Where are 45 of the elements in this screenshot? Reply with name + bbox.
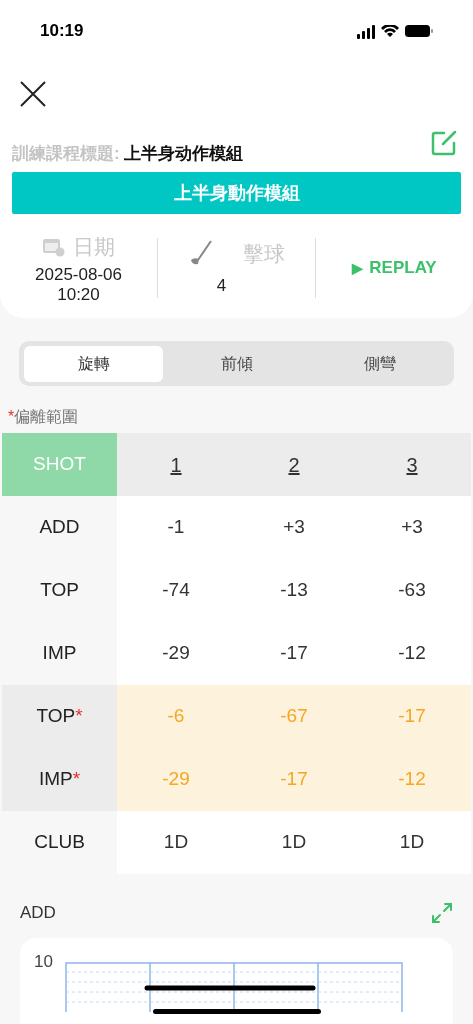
table-cell: 1D xyxy=(117,811,235,874)
table-cell: 1D xyxy=(353,811,471,874)
table-cell: -6 xyxy=(117,685,235,748)
segment-tab[interactable]: 側彎 xyxy=(310,345,449,382)
table-cell: -17 xyxy=(235,748,353,811)
wifi-icon xyxy=(381,24,399,38)
shot-number-link[interactable]: 1 xyxy=(170,449,182,480)
expand-icon[interactable] xyxy=(431,902,453,924)
table-cell: 1D xyxy=(235,811,353,874)
table-cell: -17 xyxy=(235,622,353,685)
close-icon[interactable] xyxy=(20,81,46,107)
table-cell: -29 xyxy=(117,748,235,811)
battery-icon xyxy=(405,25,433,37)
table-cell: -67 xyxy=(235,685,353,748)
table-cell: -1 xyxy=(117,496,235,559)
signal-icon xyxy=(357,23,375,39)
table-cell: -13 xyxy=(235,559,353,622)
chart-title: ADD xyxy=(20,902,56,925)
row-label: TOP* xyxy=(2,685,117,748)
golf-club-icon xyxy=(188,240,213,267)
table-cell: -12 xyxy=(353,748,471,811)
table-cell: -63 xyxy=(353,559,471,622)
status-time: 10:19 xyxy=(40,20,84,43)
time-value: 10:20 xyxy=(57,284,100,305)
segment-tab[interactable]: 前傾 xyxy=(167,345,306,382)
shot-number-link[interactable]: 3 xyxy=(406,449,418,480)
course-title: 上半身动作模組 xyxy=(123,142,243,165)
course-label: 訓練課程標題: xyxy=(12,142,120,165)
shots-value: 4 xyxy=(216,275,227,297)
calendar-icon xyxy=(42,237,65,257)
required-mark: * xyxy=(8,407,15,427)
date-value: 2025-08-06 xyxy=(35,264,122,285)
table-cell: +3 xyxy=(235,496,353,559)
row-label: IMP* xyxy=(2,748,117,811)
header-cell: SHOT xyxy=(2,433,117,496)
table-cell: -12 xyxy=(353,622,471,685)
table-cell: -29 xyxy=(117,622,235,685)
segment-tab[interactable]: 旋轉 xyxy=(24,345,163,382)
legend-label: 偏離範圍 xyxy=(14,407,79,427)
shot-number-link[interactable]: 2 xyxy=(288,449,300,480)
edit-icon[interactable] xyxy=(431,130,457,156)
axis-label: 10 xyxy=(34,952,53,972)
table-cell: +3 xyxy=(353,496,471,559)
table-cell: -17 xyxy=(353,685,471,748)
table-cell: -74 xyxy=(117,559,235,622)
